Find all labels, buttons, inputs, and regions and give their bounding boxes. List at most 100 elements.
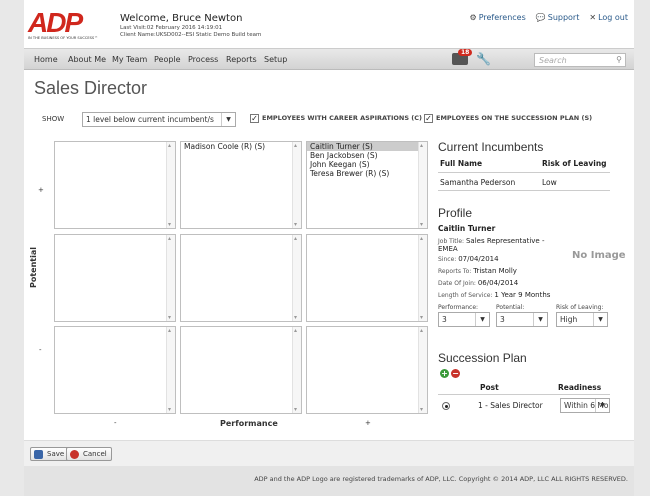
nav-about-me[interactable]: About Me bbox=[68, 55, 106, 64]
logout-link[interactable]: ✕ Log out bbox=[589, 13, 628, 22]
incumbents-title: Current Incumbents bbox=[438, 140, 544, 154]
grid-cell-2-0[interactable] bbox=[54, 326, 176, 414]
length-service-row: Length of Service: 1 Year 9 Months bbox=[438, 291, 550, 299]
x-axis-plus: + bbox=[365, 419, 371, 427]
succession-plan-label: EMPLOYEES ON THE SUCCESSION PLAN (S) bbox=[436, 114, 593, 122]
grid-cell-0-2[interactable]: Caitlin Turner (S) Ben Jackobsen (S) Joh… bbox=[306, 141, 428, 229]
scrollbar[interactable] bbox=[418, 327, 427, 413]
cancel-button[interactable]: Cancel bbox=[66, 447, 112, 461]
page-title: Sales Director bbox=[34, 78, 148, 98]
cancel-label: Cancel bbox=[83, 450, 107, 458]
chevron-down-icon: ▼ bbox=[595, 399, 609, 412]
grid-cell-1-1[interactable] bbox=[180, 234, 302, 322]
grid-cell-0-1[interactable]: Madison Coole (R) (S) bbox=[180, 141, 302, 229]
nav-setup[interactable]: Setup bbox=[264, 55, 287, 64]
grid-cell-1-0[interactable] bbox=[54, 234, 176, 322]
show-level-select[interactable]: 1 level below current incumbent/s ▼ bbox=[82, 112, 236, 127]
nav-my-team[interactable]: My Team bbox=[112, 55, 147, 64]
nav-reports[interactable]: Reports bbox=[226, 55, 257, 64]
list-item[interactable]: Madison Coole (R) (S) bbox=[181, 142, 301, 151]
chevron-down-icon: ▼ bbox=[475, 313, 489, 326]
copyright-text: ADP and the ADP Logo are registered trad… bbox=[254, 475, 628, 483]
grid-cell-0-0[interactable] bbox=[54, 141, 176, 229]
list-item[interactable]: John Keegan (S) bbox=[307, 160, 427, 169]
logo-tagline: IN THE BUSINESS OF YOUR SUCCESS™ bbox=[28, 36, 98, 40]
job-title-row: Job Title: Sales Representative - EMEA bbox=[438, 237, 558, 253]
grid-cell-1-2[interactable] bbox=[306, 234, 428, 322]
scrollbar[interactable] bbox=[166, 327, 175, 413]
wrench-icon[interactable]: 🔧 bbox=[476, 52, 491, 66]
save-label: Save bbox=[47, 450, 65, 458]
nav-home[interactable]: Home bbox=[34, 55, 58, 64]
header: ADP IN THE BUSINESS OF YOUR SUCCESS™ Wel… bbox=[24, 0, 634, 48]
col-post: Post bbox=[480, 383, 499, 392]
preferences-link[interactable]: ⚙ Preferences bbox=[470, 13, 526, 22]
action-bar: Save Cancel bbox=[24, 440, 634, 466]
welcome-block: Welcome, Bruce Newton Last Visit:02 Febr… bbox=[120, 13, 261, 38]
divider bbox=[438, 190, 610, 191]
scrollbar[interactable] bbox=[292, 327, 301, 413]
succession-row-radio[interactable] bbox=[442, 402, 450, 410]
filter-row: SHOW 1 level below current incumbent/s ▼… bbox=[42, 112, 632, 128]
date-join-row: Date Of Join: 06/04/2014 bbox=[438, 279, 518, 287]
succession-plan-checkbox[interactable]: ✓ bbox=[424, 114, 433, 123]
profile-title: Profile bbox=[438, 206, 473, 220]
gear-icon: ⚙ bbox=[469, 13, 477, 22]
support-label: Support bbox=[547, 13, 580, 22]
last-visit: Last Visit:02 February 2016 14:19:01 bbox=[120, 25, 223, 31]
remove-icon[interactable]: − bbox=[451, 369, 460, 378]
chevron-down-icon: ▼ bbox=[221, 113, 235, 126]
list-item[interactable]: Caitlin Turner (S) bbox=[307, 142, 427, 151]
welcome-text: Welcome, Bruce Newton bbox=[120, 13, 243, 24]
add-icon[interactable]: + bbox=[440, 369, 449, 378]
legal-footer: ADP and the ADP Logo are registered trad… bbox=[24, 466, 634, 496]
grid-cell-2-1[interactable] bbox=[180, 326, 302, 414]
date-join-value: 06/04/2014 bbox=[477, 279, 519, 287]
list-item[interactable]: Ben Jackobsen (S) bbox=[307, 151, 427, 160]
save-button[interactable]: Save bbox=[30, 447, 70, 461]
career-aspirations-label: EMPLOYEES WITH CAREER ASPIRATIONS (C) bbox=[262, 114, 422, 122]
nav-process[interactable]: Process bbox=[188, 55, 218, 64]
col-risk-of-leaving: Risk of Leaving bbox=[542, 159, 607, 168]
logo-text: ADP bbox=[28, 7, 83, 38]
potential-select[interactable]: 3 ▼ bbox=[496, 312, 548, 327]
close-icon: ✕ bbox=[589, 13, 597, 22]
adp-logo[interactable]: ADP IN THE BUSINESS OF YOUR SUCCESS™ bbox=[28, 7, 98, 44]
career-aspirations-checkbox[interactable]: ✓ bbox=[250, 114, 259, 123]
search-icon[interactable]: ⚲ bbox=[616, 55, 622, 64]
reports-to-label: Reports To: bbox=[438, 268, 472, 275]
potential-value: 3 bbox=[500, 315, 505, 324]
scrollbar[interactable] bbox=[166, 142, 175, 228]
client-name: Client Name:UKSD002--ESI Static Demo Bui… bbox=[120, 32, 262, 38]
potential-label: Potential: bbox=[496, 304, 525, 311]
logout-label: Log out bbox=[598, 13, 628, 22]
floppy-disk-icon bbox=[34, 450, 43, 459]
search-placeholder: Search bbox=[539, 56, 567, 65]
job-title-label: Job Title: bbox=[438, 238, 465, 245]
x-axis-label: Performance bbox=[220, 419, 278, 428]
show-label: SHOW bbox=[42, 115, 65, 123]
risk-select[interactable]: High ▼ bbox=[556, 312, 608, 327]
readiness-select[interactable]: Within 6 Months▼ bbox=[560, 398, 610, 413]
performance-value: 3 bbox=[442, 315, 447, 324]
chat-bubble-icon: 💬 bbox=[535, 13, 546, 22]
support-link[interactable]: 💬 Support bbox=[536, 13, 580, 22]
scrollbar[interactable] bbox=[166, 235, 175, 321]
col-readiness: Readiness bbox=[558, 383, 602, 392]
chevron-down-icon: ▼ bbox=[533, 313, 547, 326]
grid-cell-2-2[interactable] bbox=[306, 326, 428, 414]
nav-people[interactable]: People bbox=[154, 55, 181, 64]
no-image-placeholder: No Image bbox=[572, 250, 626, 261]
length-service-value: 1 Year 9 Months bbox=[494, 291, 551, 299]
scrollbar[interactable] bbox=[292, 235, 301, 321]
risk-value: High bbox=[560, 315, 578, 324]
scrollbar[interactable] bbox=[292, 142, 301, 228]
scrollbar[interactable] bbox=[418, 142, 427, 228]
col-full-name: Full Name bbox=[440, 159, 483, 168]
performance-select[interactable]: 3 ▼ bbox=[438, 312, 490, 327]
notification-badge: 18 bbox=[458, 49, 473, 56]
scrollbar[interactable] bbox=[418, 235, 427, 321]
list-item[interactable]: Teresa Brewer (R) (S) bbox=[307, 169, 427, 178]
search-input[interactable]: Search ⚲ bbox=[534, 53, 626, 67]
length-service-label: Length of Service: bbox=[438, 292, 493, 299]
